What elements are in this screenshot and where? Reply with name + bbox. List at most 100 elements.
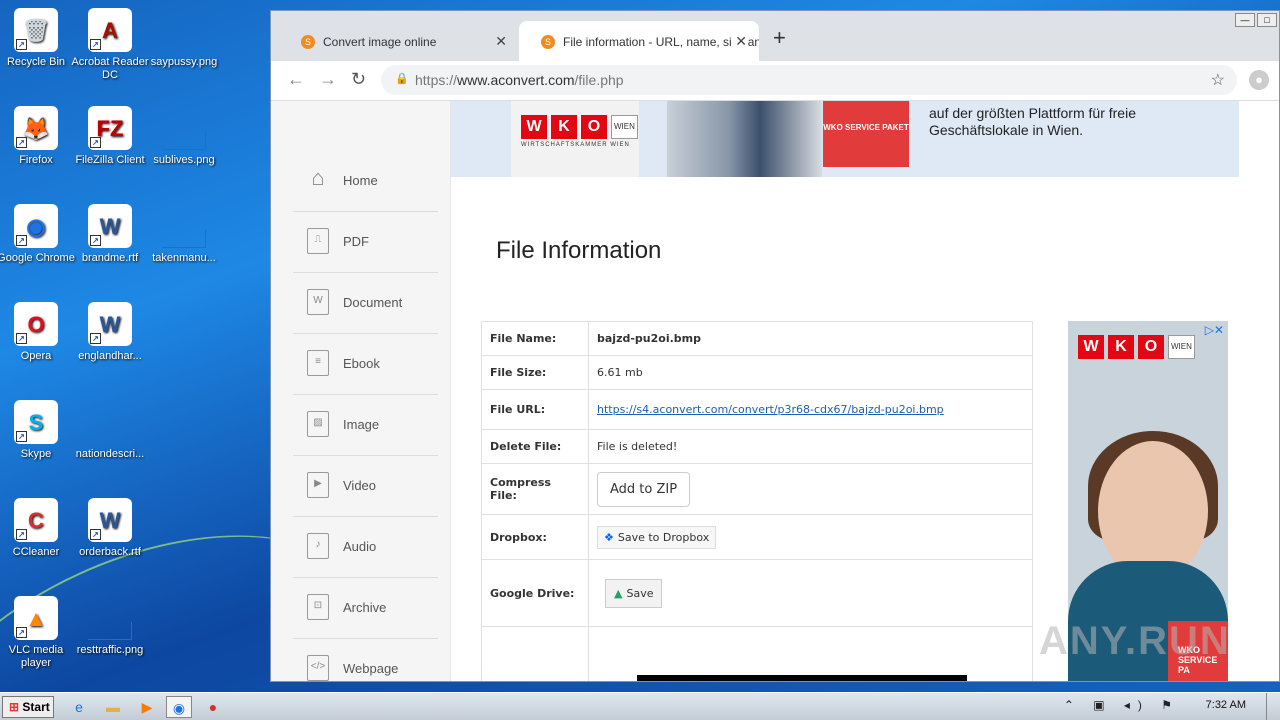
desktop-icon-orderback-rtf[interactable]: W ↗ orderback.rtf: [70, 498, 150, 559]
aconvert-favicon-icon: S: [541, 35, 555, 49]
woman-face: [1098, 441, 1208, 581]
archive-icon: ⊡: [307, 594, 329, 620]
desktop-app-icon: [162, 34, 206, 52]
desktop-icon-label: sublives.png: [153, 154, 215, 166]
tab-convert-image[interactable]: S Convert image online ✕: [279, 21, 519, 61]
forward-icon[interactable]: →: [319, 69, 337, 90]
desktop-icon-sublives-png[interactable]: sublives.png: [144, 106, 224, 167]
url-input[interactable]: 🔒 https://www.aconvert.com/file.php ☆: [381, 65, 1237, 95]
desktop-icon-recycle-bin[interactable]: 🗑 ↗ Recycle Bin: [0, 8, 76, 69]
desktop-icon-label: Acrobat Reader DC: [71, 56, 149, 81]
file-explorer-icon[interactable]: ▬: [100, 696, 126, 718]
desktop-icon-label: englandhar...: [78, 350, 142, 362]
desktop-icon-label: nationdescri...: [75, 448, 145, 460]
desktop-icon-takenmanu[interactable]: takenmanu...: [144, 204, 224, 265]
windows-logo-icon: ⊞: [9, 700, 20, 714]
logo-badge: WIEN: [1168, 335, 1195, 359]
start-label: Start: [22, 700, 50, 714]
shortcut-arrow-icon: ↗: [90, 137, 101, 148]
sidebar-item-label: Home: [343, 173, 378, 188]
sidebar-item-ebook[interactable]: ≡ Ebook: [293, 334, 438, 395]
sidebar-item-home[interactable]: ⌂ Home: [293, 151, 438, 212]
desktop-icon-label: CCleaner: [12, 546, 60, 558]
save-to-dropbox-button[interactable]: ❖ Save to Dropbox: [597, 525, 717, 549]
desktop-icon-google-chrome[interactable]: ◉ ↗ Google Chrome: [0, 204, 76, 265]
new-tab-button[interactable]: +: [773, 25, 786, 51]
logo-letter: O: [1138, 335, 1164, 359]
delete-file-status: File is deleted!: [588, 429, 1033, 464]
desktop-app-icon: ◉ ↗: [14, 204, 58, 248]
desktop-icon-saypussy-png[interactable]: saypussy.png: [144, 8, 224, 69]
close-tab-icon[interactable]: ✕: [495, 33, 507, 50]
sidebar-item-webpage[interactable]: </> Webpage: [293, 639, 438, 681]
desktop-icon-brandme-rtf[interactable]: W ↗ brandme.rtf: [70, 204, 150, 265]
desktop-icon-skype[interactable]: S ↗ Skype: [0, 400, 76, 461]
close-tab-icon[interactable]: ✕: [731, 33, 747, 50]
sidebar-item-document[interactable]: W Document: [293, 273, 438, 334]
opera-taskbar-icon[interactable]: ●: [200, 696, 226, 718]
tab-file-information[interactable]: S File information - URL, name, size and…: [519, 21, 759, 61]
internet-explorer-icon[interactable]: e: [66, 696, 92, 718]
logo-letter: K: [1108, 335, 1134, 359]
sidebar-item-video[interactable]: ▶ Video: [293, 456, 438, 517]
desktop-icon-label: VLC media player: [8, 644, 64, 669]
minimize-icon[interactable]: —: [1235, 13, 1255, 27]
add-to-zip-button[interactable]: Add to ZIP: [597, 471, 691, 507]
ad-choices-icon[interactable]: ▷✕: [1205, 323, 1224, 337]
table-row: Google Drive: ▲ Save: [481, 559, 1033, 627]
desktop-icon-nationdescri[interactable]: nationdescri...: [70, 400, 150, 461]
desktop-icon-resttraffic-png[interactable]: resttraffic.png: [70, 596, 150, 657]
system-tray-icons[interactable]: ⌃ ▣ ◂) ⚑: [1064, 698, 1180, 712]
anyrun-watermark: ANY.RUN: [1039, 619, 1231, 663]
service-box-image: WKO SERVICE PAKET: [823, 101, 909, 167]
pdf-icon: ⎍: [307, 228, 329, 254]
desktop-icon-ccleaner[interactable]: C ↗ CCleaner: [0, 498, 76, 559]
image-icon: ▨: [307, 411, 329, 437]
video-icon: ▶: [307, 472, 329, 498]
audio-icon: ♪: [307, 533, 329, 559]
page-title: File Information: [496, 237, 662, 264]
desktop-icon-firefox[interactable]: 🦊 ↗ Firefox: [0, 106, 76, 167]
desktop-app-icon: W ↗: [88, 498, 132, 542]
dropbox-icon: ❖: [604, 530, 614, 544]
profile-avatar-icon[interactable]: ●: [1249, 70, 1269, 90]
desktop-icon-label: FileZilla Client: [75, 154, 145, 166]
tab-title: Convert image online: [323, 35, 437, 49]
desktop-icon-englandhar[interactable]: W ↗ englandhar...: [70, 302, 150, 363]
google-drive-icon: ▲: [614, 586, 623, 600]
desktop: 🗑 ↗ Recycle Bin A ↗ Acrobat Reader DC saypussy…: [0, 0, 270, 692]
desktop-icon-opera[interactable]: O ↗ Opera: [0, 302, 76, 363]
desktop-icon-filezilla-client[interactable]: FZ ↗ FileZilla Client: [70, 106, 150, 167]
sidebar-item-image[interactable]: ▨ Image: [293, 395, 438, 456]
google-drive-label: Google Drive:: [481, 559, 589, 627]
desktop-icon-label: resttraffic.png: [76, 644, 144, 656]
maximize-icon[interactable]: □: [1257, 13, 1277, 27]
sidebar-item-archive[interactable]: ⊡ Archive: [293, 578, 438, 639]
show-desktop-button[interactable]: [1266, 693, 1280, 720]
desktop-icon-vlc-media-player[interactable]: ▲ ↗ VLC media player: [0, 596, 76, 670]
sidebar-item-audio[interactable]: ♪ Audio: [293, 517, 438, 578]
banner-line: auf der größten Plattform für freie: [929, 105, 1136, 121]
desktop-icon-acrobat-reader-dc[interactable]: A ↗ Acrobat Reader DC: [70, 8, 150, 82]
sidebar-item-label: PDF: [343, 234, 369, 249]
url-scheme: https://: [415, 72, 458, 88]
save-to-google-drive-button[interactable]: ▲ Save: [605, 578, 663, 608]
file-url-link[interactable]: https://s4.aconvert.com/convert/p3r68-cd…: [597, 403, 944, 416]
start-button[interactable]: ⊞ Start: [2, 696, 54, 718]
sidebar-item-pdf[interactable]: ⎍ PDF: [293, 212, 438, 273]
chrome-taskbar-icon[interactable]: ◉: [166, 696, 192, 718]
browser-window: S Convert image online ✕ S File informat…: [270, 10, 1280, 682]
compress-file-label: Compress File:: [481, 463, 589, 515]
desktop-app-icon: O ↗: [14, 302, 58, 346]
sidebar-item-label: Document: [343, 295, 403, 310]
logo-letter: W: [1078, 335, 1104, 359]
qr-code-image: [637, 675, 967, 681]
reload-icon[interactable]: ↻: [351, 69, 366, 90]
desktop-icon-label: Skype: [20, 448, 52, 460]
back-icon[interactable]: ←: [287, 69, 305, 90]
bookmark-star-icon[interactable]: ☆: [1211, 70, 1225, 90]
top-ad-banner[interactable]: W K O WIEN WIRTSCHAFTSKAMMER WIEN WKO SE…: [451, 101, 1239, 177]
desktop-app-icon: [88, 426, 132, 444]
media-player-icon[interactable]: ▶: [134, 696, 160, 718]
dropbox-label: Dropbox:: [481, 514, 589, 560]
